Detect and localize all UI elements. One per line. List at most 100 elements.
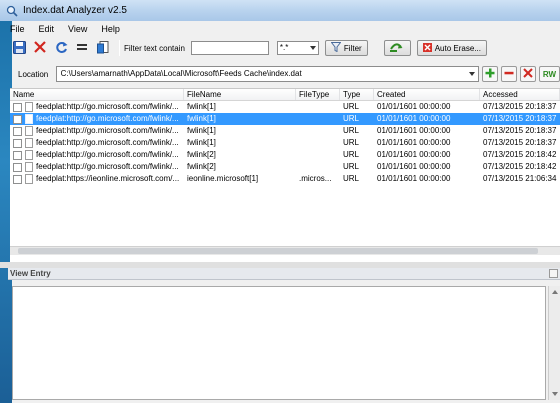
view-entry-textarea[interactable] (12, 286, 546, 400)
rw-toggle[interactable]: RW (538, 66, 560, 82)
table-row[interactable]: feedplat:http://go.microsoft.com/fwlink/… (10, 149, 560, 161)
vertical-scrollbar[interactable] (548, 286, 560, 400)
table-body: feedplat:http://go.microsoft.com/fwlink/… (10, 101, 560, 185)
row-filetype (296, 101, 340, 113)
table-row[interactable]: feedplat:http://go.microsoft.com/fwlink/… (10, 161, 560, 173)
row-filetype (296, 149, 340, 161)
row-checkbox[interactable] (13, 162, 22, 172)
column-header-type[interactable]: Type (340, 89, 374, 100)
row-checkbox[interactable] (13, 102, 22, 112)
row-type: URL (343, 102, 360, 111)
scroll-down-arrow-icon[interactable] (552, 392, 558, 396)
close-icon (523, 68, 533, 80)
row-name: feedplat:http://go.microsoft.com/fwlink/… (36, 102, 179, 111)
equals-icon (76, 42, 88, 54)
add-location-button[interactable] (482, 66, 499, 82)
row-checkbox[interactable] (13, 174, 22, 184)
table-row[interactable]: feedplat:http://go.microsoft.com/fwlink/… (10, 137, 560, 149)
plus-icon (485, 68, 495, 80)
row-type: URL (343, 174, 360, 183)
minus-icon (504, 68, 514, 80)
equals-button[interactable] (73, 39, 91, 57)
table-row[interactable]: feedplat:https://ieonline.microsoft.com/… (10, 173, 560, 185)
column-header-name[interactable]: Name (10, 89, 184, 100)
menu-edit[interactable]: Edit (37, 24, 57, 34)
table-row-selected[interactable]: feedplat:http://go.microsoft.com/fwlink/… (10, 113, 560, 125)
filter-text-input[interactable] (190, 41, 269, 55)
filter-button[interactable]: Filter (324, 40, 368, 56)
table-row[interactable]: feedplat:http://go.microsoft.com/fwlink/… (10, 125, 560, 137)
document-icon (25, 174, 33, 184)
refresh-icon (55, 41, 68, 56)
row-filename: fwlink[2] (187, 150, 216, 159)
row-type: URL (343, 138, 360, 147)
scrollbar-thumb[interactable] (18, 248, 538, 254)
row-filename: fwlink[1] (187, 102, 216, 111)
document-icon (25, 126, 33, 136)
row-accessed: 07/13/2015 20:18:37 (483, 126, 557, 135)
column-header-accessed[interactable]: Accessed (480, 89, 560, 100)
funnel-icon (330, 42, 344, 54)
view-entry-title: View Entry (10, 269, 51, 278)
clear-location-button[interactable] (519, 66, 536, 82)
row-name: feedplat:http://go.microsoft.com/fwlink/… (36, 138, 179, 147)
row-name: feedplat:http://go.microsoft.com/fwlink/… (36, 114, 179, 123)
column-header-filetype[interactable]: FileType (296, 89, 340, 100)
row-checkbox[interactable] (13, 114, 22, 124)
menu-bar: File Edit View Help (8, 22, 132, 36)
row-filetype (296, 113, 340, 125)
save-button[interactable] (10, 39, 28, 57)
filter-label: Filter text contain (124, 43, 185, 53)
chevron-down-icon (469, 72, 476, 76)
row-created: 01/01/1601 00:00:00 (377, 114, 451, 123)
auto-erase-label: Auto Erase... (434, 43, 481, 53)
row-name: feedplat:http://go.microsoft.com/fwlink/… (36, 162, 179, 171)
document-icon (25, 138, 33, 148)
row-created: 01/01/1601 00:00:00 (377, 126, 451, 135)
sync-button[interactable] (383, 40, 411, 56)
delete-button[interactable] (31, 39, 49, 57)
menu-help[interactable]: Help (99, 24, 122, 34)
export-button[interactable] (94, 39, 112, 57)
menu-view[interactable]: View (66, 24, 89, 34)
row-filetype (296, 125, 340, 137)
row-accessed: 07/13/2015 20:18:37 (483, 114, 557, 123)
row-accessed: 07/13/2015 20:18:37 (483, 102, 557, 111)
row-checkbox[interactable] (13, 138, 22, 148)
horizontal-scrollbar[interactable] (10, 246, 560, 255)
view-entry-header: View Entry (8, 268, 560, 280)
row-filename: fwlink[1] (187, 126, 216, 135)
window-title: Index.dat Analyzer v2.5 (23, 5, 127, 16)
close-icon[interactable] (549, 269, 558, 278)
row-filename: fwlink[1] (187, 138, 216, 147)
row-accessed: 07/13/2015 21:06:34 (483, 174, 557, 183)
column-header-created[interactable]: Created (374, 89, 480, 100)
row-created: 01/01/1601 00:00:00 (377, 102, 451, 111)
row-accessed: 07/13/2015 20:18:37 (483, 138, 557, 147)
app-window: Index.dat Analyzer v2.5 File Edit View H… (0, 0, 560, 403)
row-filetype: .micros... (299, 174, 332, 183)
pattern-value: *.* (279, 43, 289, 52)
remove-location-button[interactable] (501, 66, 517, 82)
row-filetype (296, 137, 340, 149)
row-filename: fwlink[2] (187, 162, 216, 171)
row-accessed: 07/13/2015 20:18:42 (483, 162, 557, 171)
row-checkbox[interactable] (13, 126, 22, 136)
refresh-button[interactable] (52, 39, 70, 57)
document-icon (25, 102, 33, 112)
row-checkbox[interactable] (13, 150, 22, 160)
row-name: feedplat:https://ieonline.microsoft.com/… (36, 174, 180, 183)
table-row[interactable]: feedplat:http://go.microsoft.com/fwlink/… (10, 101, 560, 113)
chevron-down-icon (309, 46, 316, 50)
column-header-filename[interactable]: FileName (184, 89, 296, 100)
entries-table: Name FileName FileType Type Created Acce… (10, 88, 560, 262)
menu-file[interactable]: File (8, 24, 27, 34)
floppy-disk-icon (12, 40, 26, 56)
scroll-up-arrow-icon[interactable] (552, 290, 558, 294)
pattern-select[interactable]: *.* (276, 41, 319, 55)
auto-erase-button[interactable]: Auto Erase... (416, 40, 487, 56)
document-icon (25, 114, 33, 124)
location-select[interactable]: C:\Users\amarnath\AppData\Local\Microsof… (55, 66, 480, 82)
row-filename: ieonline.microsoft[1] (187, 174, 259, 183)
row-name: feedplat:http://go.microsoft.com/fwlink/… (36, 126, 179, 135)
